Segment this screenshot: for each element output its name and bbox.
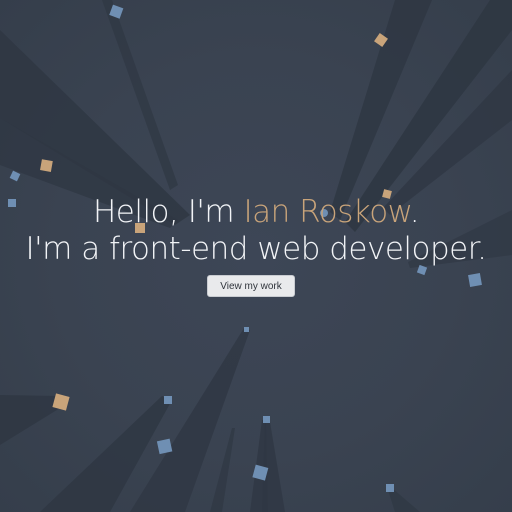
confetti-square [244,327,249,332]
confetti-square [40,159,53,172]
hero-tagline: I'm a front-end web developer. [25,231,487,267]
developer-name: Ian Roskow [243,194,410,230]
greeting-suffix: . [409,194,420,230]
light-beam [262,422,285,512]
confetti-square [156,438,173,455]
confetti-square [263,416,270,423]
confetti-square [386,484,394,492]
greeting-prefix: Hello, I'm [92,194,244,230]
hero-heading: Hello, I'm Ian Roskow. I'm a front-end w… [0,194,512,268]
confetti-square [468,273,482,287]
confetti-square [9,170,21,182]
confetti-square [164,396,172,404]
view-my-work-button[interactable]: View my work [207,275,295,297]
light-beam [210,428,235,512]
hero-greeting: Hello, I'm Ian Roskow. [0,194,512,231]
hero-stage: Hello, I'm Ian Roskow. I'm a front-end w… [0,0,512,512]
